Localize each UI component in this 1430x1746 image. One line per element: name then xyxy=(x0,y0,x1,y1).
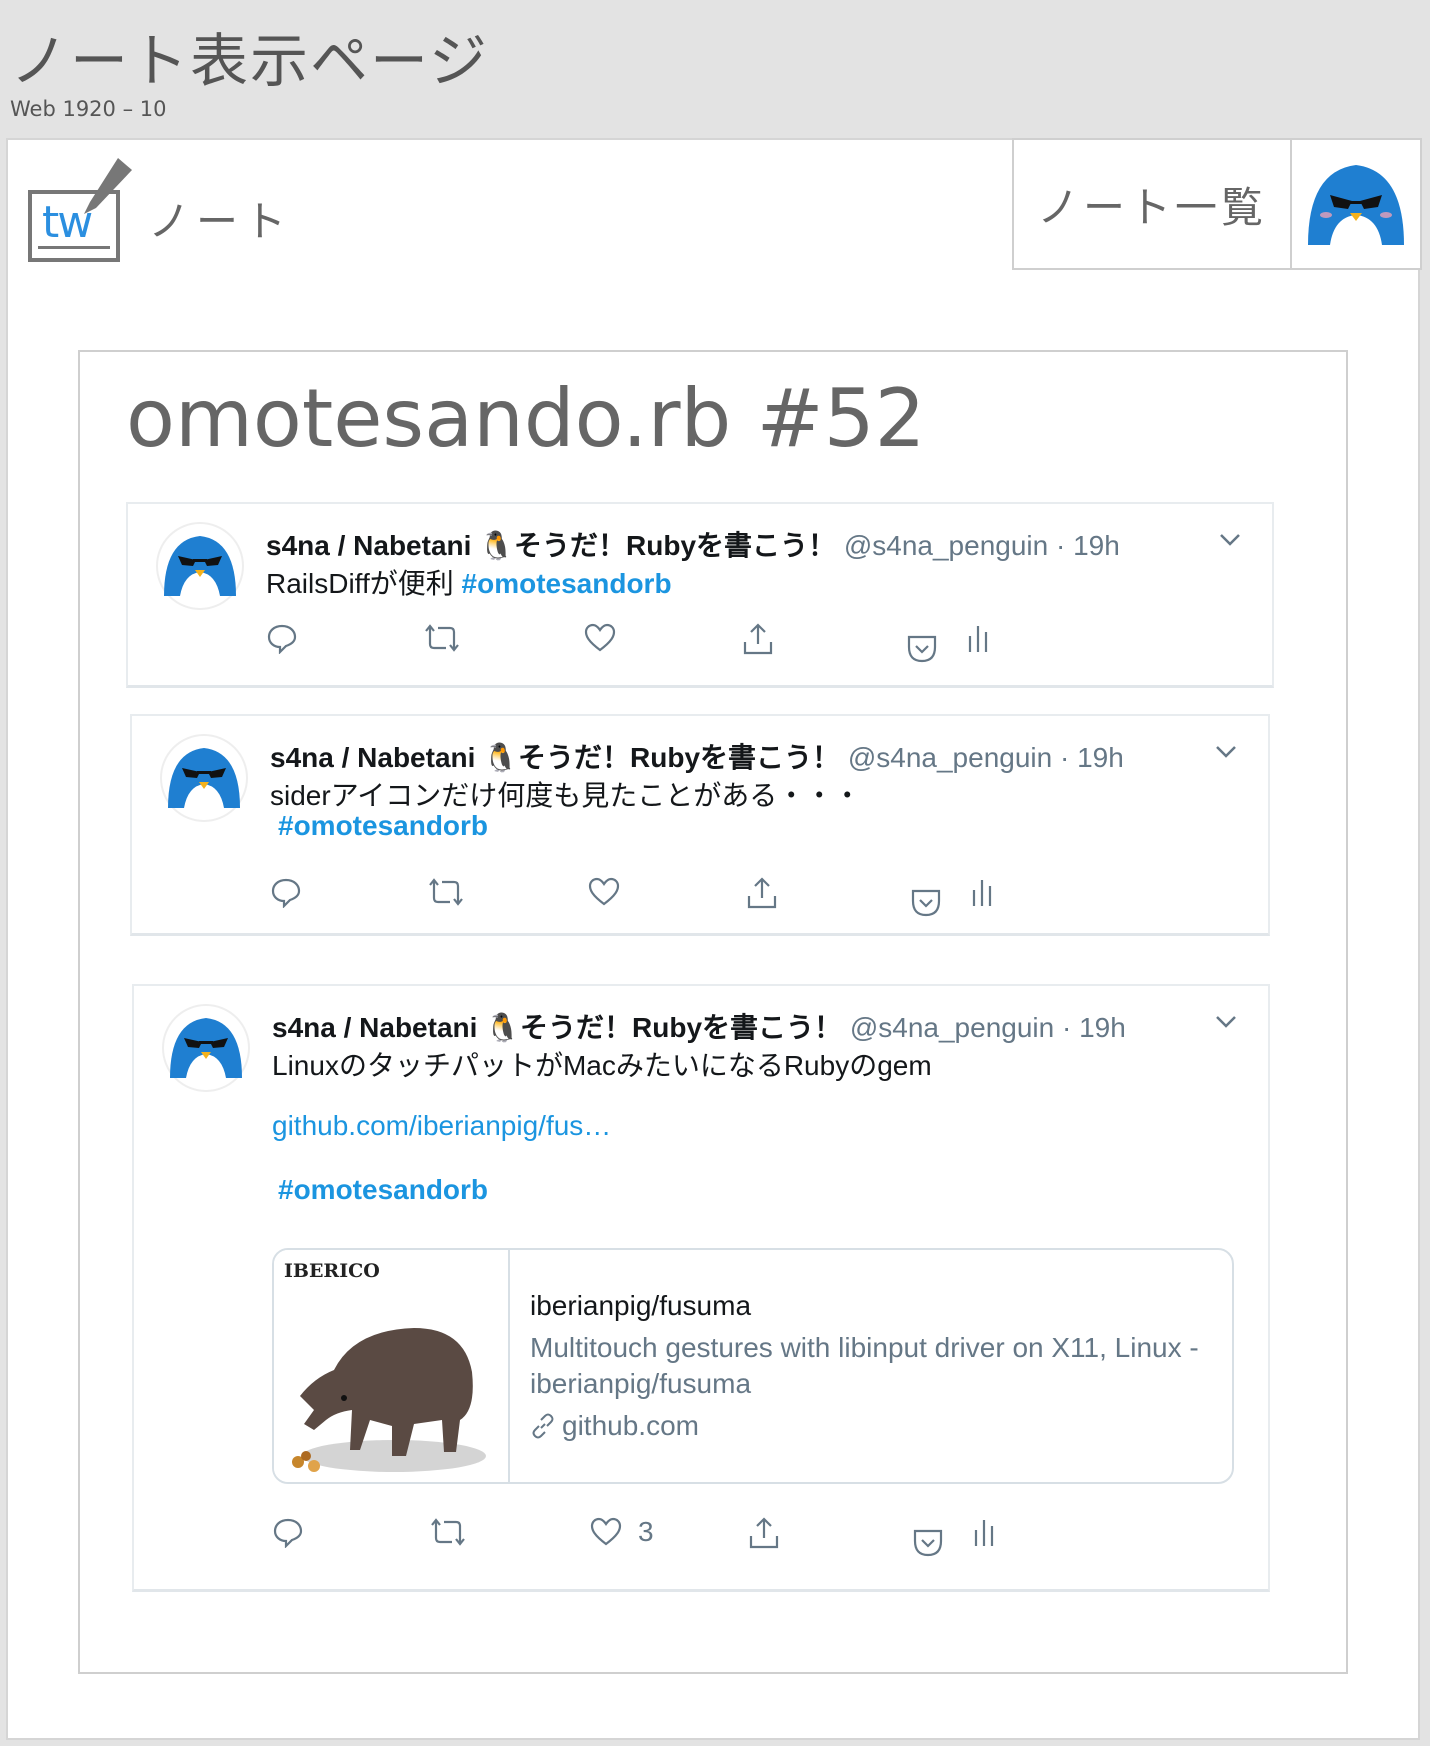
tweet-dot: · xyxy=(1056,530,1066,561)
tweet-embed[interactable]: s4na / Nabetani 🐧そうだ！Rubyを書こう！ @s4na_pen… xyxy=(130,714,1270,936)
tweet-author-name[interactable]: s4na / Nabetani 🐧そうだ！Rubyを書こう！ xyxy=(270,742,840,773)
tweet-avatar[interactable] xyxy=(162,1004,250,1096)
penguin-avatar xyxy=(160,734,248,822)
tweet-time[interactable]: 19h xyxy=(1079,1012,1126,1043)
tweet-body: RailsDiffが便利 xyxy=(266,568,454,599)
boar-illustration xyxy=(292,1328,486,1472)
share-icon[interactable] xyxy=(746,876,778,910)
tweet-embed[interactable]: s4na / Nabetani 🐧そうだ！Rubyを書こう！ @s4na_pen… xyxy=(132,984,1270,1592)
analytics-icon[interactable] xyxy=(966,622,990,654)
note-card: omotesando.rb #52 s4na / Nabetani 🐧そうだ！R… xyxy=(78,350,1348,1674)
pocket-icon[interactable] xyxy=(910,886,942,918)
tweet-dot: · xyxy=(1062,1012,1072,1043)
chevron-down-icon[interactable] xyxy=(1218,532,1242,548)
tweet-handle[interactable]: @s4na_penguin xyxy=(848,742,1052,773)
tweet-actions xyxy=(266,622,1006,664)
tweet-author-name[interactable]: s4na / Nabetani 🐧そうだ！Rubyを書こう！ xyxy=(266,530,836,561)
reply-icon[interactable] xyxy=(272,1516,304,1548)
tweet-header: s4na / Nabetani 🐧そうだ！Rubyを書こう！ @s4na_pen… xyxy=(272,1006,1218,1046)
user-avatar[interactable] xyxy=(1290,138,1422,270)
app-name: ノート xyxy=(148,197,293,246)
chevron-down-icon[interactable] xyxy=(1214,1014,1238,1030)
tweet-header: s4na / Nabetani 🐧そうだ！Rubyを書こう！ @s4na_pen… xyxy=(270,736,1218,776)
chevron-down-icon[interactable] xyxy=(1214,744,1238,760)
tweet-time[interactable]: 19h xyxy=(1077,742,1124,773)
app-logo[interactable]: tw xyxy=(24,158,132,262)
like-count: 3 xyxy=(638,1516,654,1547)
card-title: iberianpig/fusuma xyxy=(530,1290,752,1321)
tweet-avatar[interactable] xyxy=(160,734,248,826)
note-list-link[interactable]: ノート一覧 xyxy=(1012,138,1292,270)
tweet-url-link[interactable]: github.com/iberianpig/fus… xyxy=(272,1110,611,1142)
penguin-avatar xyxy=(1308,165,1404,245)
like-icon[interactable] xyxy=(590,1516,622,1548)
link-icon xyxy=(532,1413,554,1439)
penguin-avatar xyxy=(162,1004,250,1092)
share-icon[interactable] xyxy=(742,622,774,656)
tweet-handle[interactable]: @s4na_penguin xyxy=(844,530,1048,561)
tweet-avatar[interactable] xyxy=(156,522,244,614)
retweet-icon[interactable] xyxy=(430,1516,466,1548)
pencil-icon xyxy=(84,158,132,214)
analytics-icon[interactable] xyxy=(970,876,994,908)
artboard-subtitle: Web 1920 – 10 xyxy=(10,97,167,121)
tweet-header: s4na / Nabetani 🐧そうだ！Rubyを書こう！ @s4na_pen… xyxy=(266,524,1222,564)
card-domain-text: github.com xyxy=(562,1410,699,1441)
share-icon[interactable] xyxy=(748,1516,780,1550)
retweet-icon[interactable] xyxy=(424,622,460,654)
tweet-text: RailsDiffが便利 #omotesandorb xyxy=(266,562,672,602)
tweet-actions: 3 xyxy=(272,1516,1012,1558)
tweet-dot: · xyxy=(1060,742,1070,773)
pocket-icon[interactable] xyxy=(906,632,938,664)
tweet-body: LinuxのタッチパットがMacみたいになるRubyのgem xyxy=(272,1050,932,1081)
like-icon[interactable] xyxy=(584,622,616,654)
retweet-icon[interactable] xyxy=(428,876,464,908)
pocket-icon[interactable] xyxy=(912,1526,944,1558)
artboard-title: ノート表示ページ xyxy=(10,27,489,95)
page-frame: tw ノート ノート一覧 omotesando.rb #52 s4na / Na… xyxy=(6,138,1422,1740)
card-description: Multitouch gestures with libinput driver… xyxy=(530,1332,1199,1399)
hashtag-link[interactable]: #omotesandorb xyxy=(278,1174,488,1206)
link-preview-card[interactable]: IBERICO iberianpig/fusuma Multitouch ges… xyxy=(272,1248,1234,1484)
link-preview-image: IBERICO xyxy=(274,1250,510,1482)
card-domain: github.com xyxy=(530,1410,699,1442)
card-brand-text: IBERICO xyxy=(284,1260,380,1282)
like-icon[interactable] xyxy=(588,876,620,908)
reply-icon[interactable] xyxy=(266,622,298,654)
hashtag-link[interactable]: #omotesandorb xyxy=(462,568,672,599)
reply-icon[interactable] xyxy=(270,876,302,908)
analytics-icon[interactable] xyxy=(972,1516,996,1548)
logo-underline xyxy=(38,246,110,249)
note-title: omotesando.rb #52 xyxy=(126,372,926,465)
tweet-time[interactable]: 19h xyxy=(1073,530,1120,561)
penguin-avatar xyxy=(156,522,244,610)
tweet-handle[interactable]: @s4na_penguin xyxy=(850,1012,1054,1043)
tweet-embed[interactable]: s4na / Nabetani 🐧そうだ！Rubyを書こう！ @s4na_pen… xyxy=(126,502,1274,688)
hashtag-link[interactable]: #omotesandorb xyxy=(278,810,488,842)
tweet-actions xyxy=(270,876,1010,918)
tweet-body: siderアイコンだけ何度も見たことがある・・・ xyxy=(270,780,862,811)
tweet-author-name[interactable]: s4na / Nabetani 🐧そうだ！Rubyを書こう！ xyxy=(272,1012,842,1043)
